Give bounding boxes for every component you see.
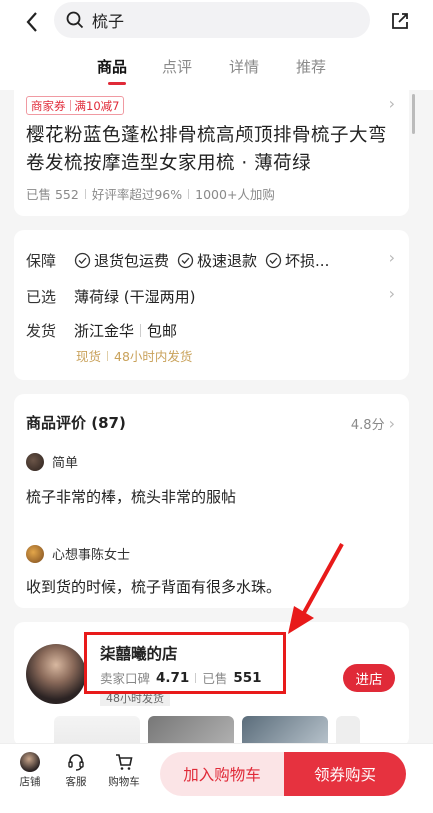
selected-row[interactable]: 已选 薄荷绿 (干湿两用) bbox=[26, 286, 195, 307]
tab-product[interactable]: 商品 bbox=[97, 56, 127, 77]
bottom-action-bar: 店铺 客服 购物车 加入购物车 领券购买 bbox=[0, 743, 433, 813]
chevron-right-icon[interactable]: › bbox=[389, 248, 395, 267]
section-tabs: 商品 点评 详情 推荐 bbox=[0, 44, 433, 90]
active-tab-indicator bbox=[108, 82, 126, 85]
review-text: 收到货的时候，梳子背面有很多水珠。 bbox=[26, 578, 282, 596]
check-circle-icon bbox=[177, 252, 194, 269]
chevron-right-icon: › bbox=[388, 414, 395, 433]
dispatch-info: 现货 48小时内发货 bbox=[76, 346, 192, 365]
chevron-right-icon[interactable]: › bbox=[389, 284, 395, 303]
guarantee-item: 极速退款 bbox=[177, 250, 257, 271]
coupon-badge[interactable]: 商家券 满10减7 bbox=[26, 96, 125, 115]
reviewer-name: 心想事陈女士 bbox=[52, 548, 131, 563]
cart-icon bbox=[116, 754, 133, 770]
search-query: 梳子 bbox=[92, 12, 125, 31]
score-value: 4.8分 bbox=[350, 418, 385, 433]
reviewer: 心想事陈女士 bbox=[26, 544, 130, 563]
shipping-label: 发货 bbox=[26, 322, 57, 340]
guarantee-text: 极速退款 bbox=[197, 252, 258, 270]
coupon-value: 满10减7 bbox=[74, 98, 120, 113]
service-shortcut[interactable]: 客服 bbox=[58, 752, 94, 789]
shipping-row: 发货 浙江金华 包邮 bbox=[26, 320, 177, 341]
guarantee-row[interactable]: 保障 退货包运费 极速退款 坏损... bbox=[26, 250, 337, 271]
review-text: 梳子非常的棒，梳头非常的服帖 bbox=[26, 488, 237, 506]
product-title: 樱花粉蓝色蓬松排骨梳高颅顶排骨梳子大弯卷发梳按摩造型女家用梳 · 薄荷绿 bbox=[26, 125, 388, 174]
cart-adds: 1000+人加购 bbox=[195, 187, 275, 202]
top-bar: 梳子 bbox=[0, 0, 433, 44]
guarantee-item: 退货包运费 bbox=[74, 250, 169, 271]
store-shortcut[interactable]: 店铺 bbox=[12, 752, 48, 789]
service-info-card: 保障 退货包运费 极速退款 坏损... › 已选 薄荷绿 (干湿两用) › 发货… bbox=[14, 230, 409, 380]
selected-value: 薄荷绿 (干湿两用) bbox=[74, 288, 196, 306]
enter-store-button[interactable]: 进店 bbox=[343, 664, 395, 692]
divider bbox=[107, 350, 109, 361]
buy-with-coupon-button[interactable]: 领券购买 bbox=[284, 752, 406, 796]
divider bbox=[188, 188, 190, 199]
chevron-right-icon[interactable]: › bbox=[389, 94, 395, 113]
store-label: 店铺 bbox=[19, 776, 41, 788]
selected-label: 已选 bbox=[26, 288, 57, 306]
check-circle-icon bbox=[265, 252, 282, 269]
reviews-score[interactable]: 4.8分 › bbox=[351, 414, 395, 433]
coupon-label: 商家券 bbox=[31, 98, 66, 113]
back-button[interactable] bbox=[18, 8, 46, 36]
avatar bbox=[26, 544, 44, 563]
dispatch-time: 48小时内发货 bbox=[114, 349, 193, 364]
share-icon bbox=[392, 13, 408, 29]
tab-comments[interactable]: 点评 bbox=[162, 56, 192, 77]
divider bbox=[84, 188, 86, 199]
store-tag: 48小时发货 bbox=[100, 692, 170, 706]
service-label: 客服 bbox=[65, 776, 87, 788]
shipping-fee: 包邮 bbox=[147, 322, 178, 340]
guarantee-label: 保障 bbox=[26, 252, 57, 270]
avatar bbox=[26, 452, 44, 471]
annotation-arrow-icon bbox=[288, 543, 344, 634]
product-stats: 已售 552 好评率超过96% 1000+人加购 bbox=[26, 184, 275, 203]
shipping-from: 浙江金华 bbox=[74, 322, 135, 340]
sold-count: 已售 552 bbox=[26, 187, 79, 202]
search-input[interactable]: 梳子 bbox=[54, 2, 370, 38]
product-card: 商家券 满10减7 › 樱花粉蓝色蓬松排骨梳高颅顶排骨梳子大弯卷发梳按摩造型女家… bbox=[14, 90, 409, 216]
add-to-cart-button[interactable]: 加入购物车 bbox=[160, 752, 284, 796]
store-icon bbox=[20, 752, 40, 772]
check-circle-icon bbox=[74, 252, 91, 269]
positive-rate: 好评率超过96% bbox=[91, 187, 183, 202]
reviews-title[interactable]: 商品评价 (87) bbox=[26, 412, 126, 433]
cart-shortcut[interactable]: 购物车 bbox=[106, 752, 142, 789]
chevron-left-icon bbox=[26, 12, 37, 32]
guarantee-text: 退货包运费 bbox=[94, 252, 170, 270]
share-button[interactable] bbox=[387, 8, 413, 34]
store-avatar[interactable] bbox=[26, 644, 86, 704]
tab-details[interactable]: 详情 bbox=[229, 56, 259, 77]
reviewer: 简单 bbox=[26, 452, 78, 471]
annotation-highlight-box bbox=[84, 632, 286, 694]
scrollbar[interactable] bbox=[412, 94, 415, 134]
tab-recommend[interactable]: 推荐 bbox=[296, 56, 326, 77]
divider bbox=[140, 324, 142, 337]
search-icon bbox=[66, 11, 84, 29]
guarantee-item: 坏损... bbox=[265, 250, 329, 271]
cart-label: 购物车 bbox=[108, 776, 140, 788]
guarantee-text: 坏损... bbox=[285, 252, 330, 270]
stock-status: 现货 bbox=[76, 349, 102, 364]
reviewer-name: 简单 bbox=[52, 456, 79, 471]
headset-icon bbox=[68, 754, 84, 771]
